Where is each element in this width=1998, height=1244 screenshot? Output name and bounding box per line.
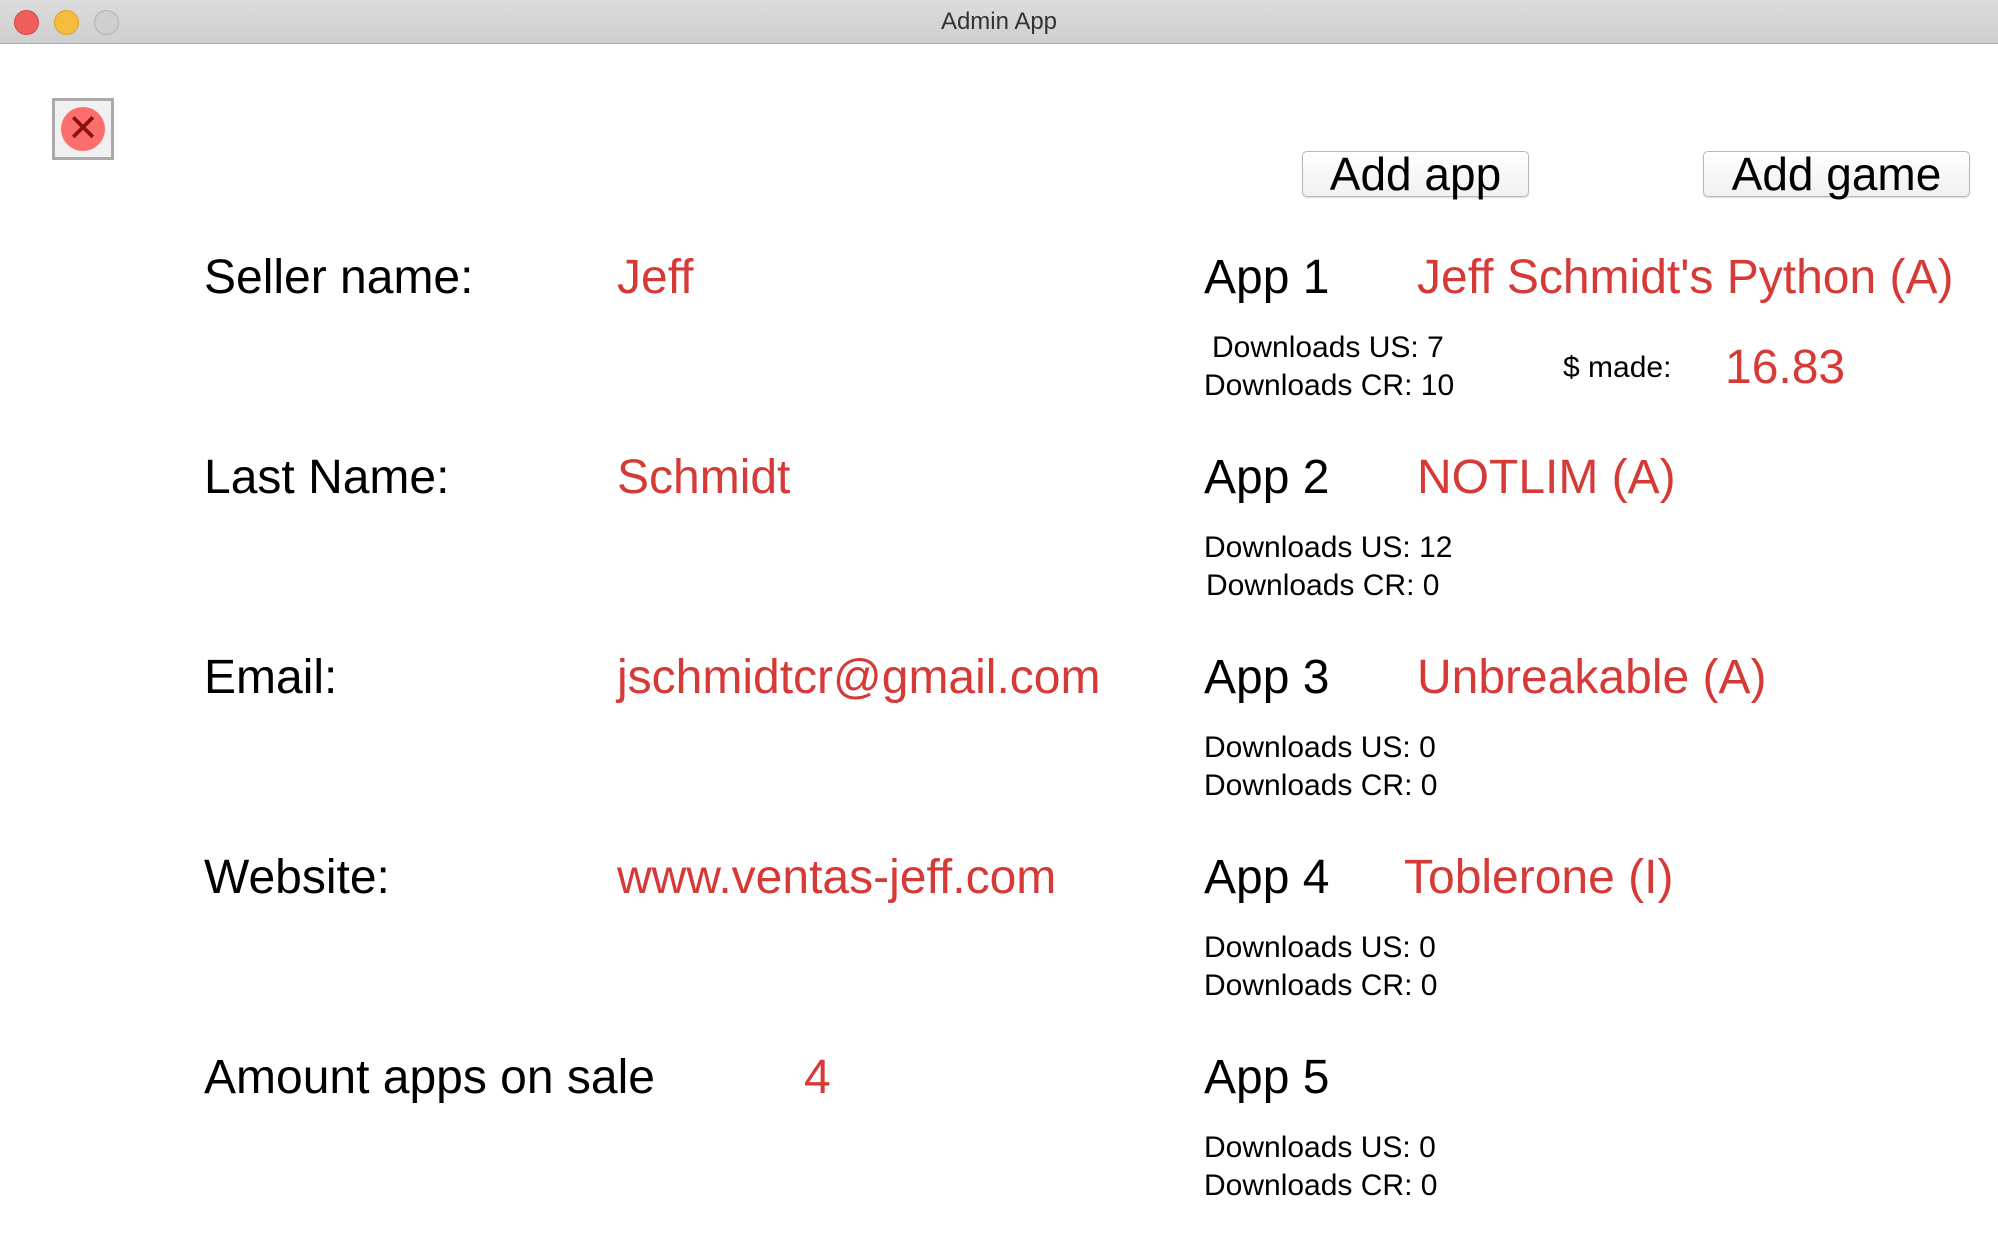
- app-1-made-label: $ made:: [1563, 351, 1672, 384]
- app-2-downloads-us: Downloads US: 12: [1204, 531, 1453, 564]
- website-label: Website:: [204, 851, 390, 904]
- app-5-downloads-cr: Downloads CR: 0: [1204, 1169, 1438, 1202]
- app-1-label: App 1: [1204, 251, 1330, 304]
- last-name-label: Last Name:: [204, 451, 450, 504]
- seller-name-label: Seller name:: [204, 251, 474, 304]
- app-4-downloads-us: Downloads US: 0: [1204, 931, 1436, 964]
- window-title: Admin App: [940, 8, 1058, 35]
- app-2-downloads-cr: Downloads CR: 0: [1206, 569, 1440, 602]
- app-1-downloads-us: Downloads US: 7: [1212, 331, 1444, 364]
- app-4-label: App 4: [1204, 851, 1330, 904]
- app-5-label: App 5: [1204, 1051, 1330, 1104]
- app-4-name: Toblerone (I): [1404, 851, 1674, 904]
- add-game-button[interactable]: Add game: [1703, 151, 1970, 197]
- close-button[interactable]: ✕: [52, 98, 114, 160]
- email-label: Email:: [204, 651, 338, 704]
- app-3-downloads-us: Downloads US: 0: [1204, 731, 1436, 764]
- last-name-value: Schmidt: [617, 451, 791, 504]
- add-app-button[interactable]: Add app: [1302, 151, 1529, 197]
- app-3-name: Unbreakable (A): [1417, 651, 1767, 704]
- app-2-label: App 2: [1204, 451, 1330, 504]
- amount-apps-value: 4: [804, 1051, 831, 1104]
- close-icon: ✕: [61, 107, 105, 151]
- seller-name-value: Jeff: [617, 251, 694, 304]
- title-bar: Admin App: [0, 0, 1998, 44]
- website-value: www.ventas-jeff.com: [617, 851, 1057, 904]
- app-1-name: Jeff Schmidt's Python (A): [1417, 251, 1954, 304]
- app-5-downloads-us: Downloads US: 0: [1204, 1131, 1436, 1164]
- app-2-name: NOTLIM (A): [1417, 451, 1676, 504]
- app-3-label: App 3: [1204, 651, 1330, 704]
- amount-apps-label: Amount apps on sale: [204, 1051, 655, 1104]
- app-1-downloads-cr: Downloads CR: 10: [1204, 369, 1455, 402]
- app-1-made-value: 16.83: [1725, 341, 1846, 394]
- app-3-downloads-cr: Downloads CR: 0: [1204, 769, 1438, 802]
- email-value: jschmidtcr@gmail.com: [617, 651, 1101, 704]
- app-4-downloads-cr: Downloads CR: 0: [1204, 969, 1438, 1002]
